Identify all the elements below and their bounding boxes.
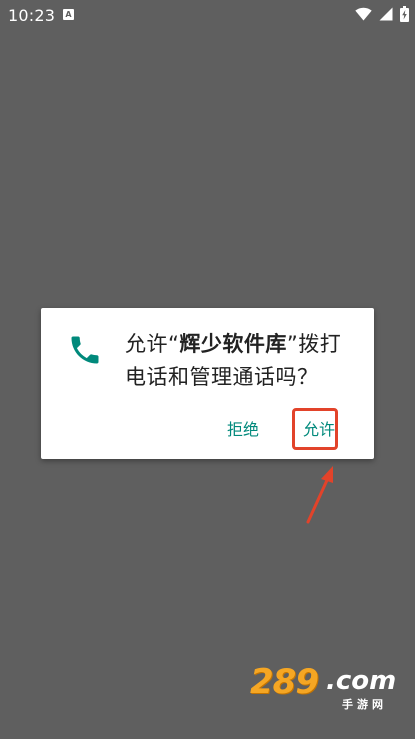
watermark-subtitle: 手游网 — [342, 698, 387, 711]
watermark-logo: 289 .com 手游网 — [250, 662, 400, 714]
status-bar: 10:23 A — [0, 0, 415, 28]
status-time: 10:23 — [8, 6, 56, 25]
status-icons — [355, 6, 409, 22]
battery-charging-icon — [400, 6, 409, 22]
allow-button[interactable]: 允许 — [303, 416, 335, 440]
message-prefix: 允许“ — [125, 332, 180, 356]
notification-app-icon: A — [63, 9, 74, 20]
permission-dialog: 允许“辉少软件库”拨打电话和管理通话吗？ 拒绝 允许 — [41, 308, 374, 459]
wifi-icon — [355, 7, 372, 21]
annotation-arrow-icon — [306, 466, 333, 524]
signal-icon — [379, 7, 393, 21]
watermark-domain: .com — [326, 666, 397, 696]
dialog-message: 允许“辉少软件库”拨打电话和管理通话吗？ — [125, 328, 361, 394]
app-name: 辉少软件库 — [179, 332, 287, 356]
phone-icon — [71, 336, 99, 364]
watermark-number: 289 — [250, 662, 319, 702]
deny-button[interactable]: 拒绝 — [227, 416, 259, 440]
